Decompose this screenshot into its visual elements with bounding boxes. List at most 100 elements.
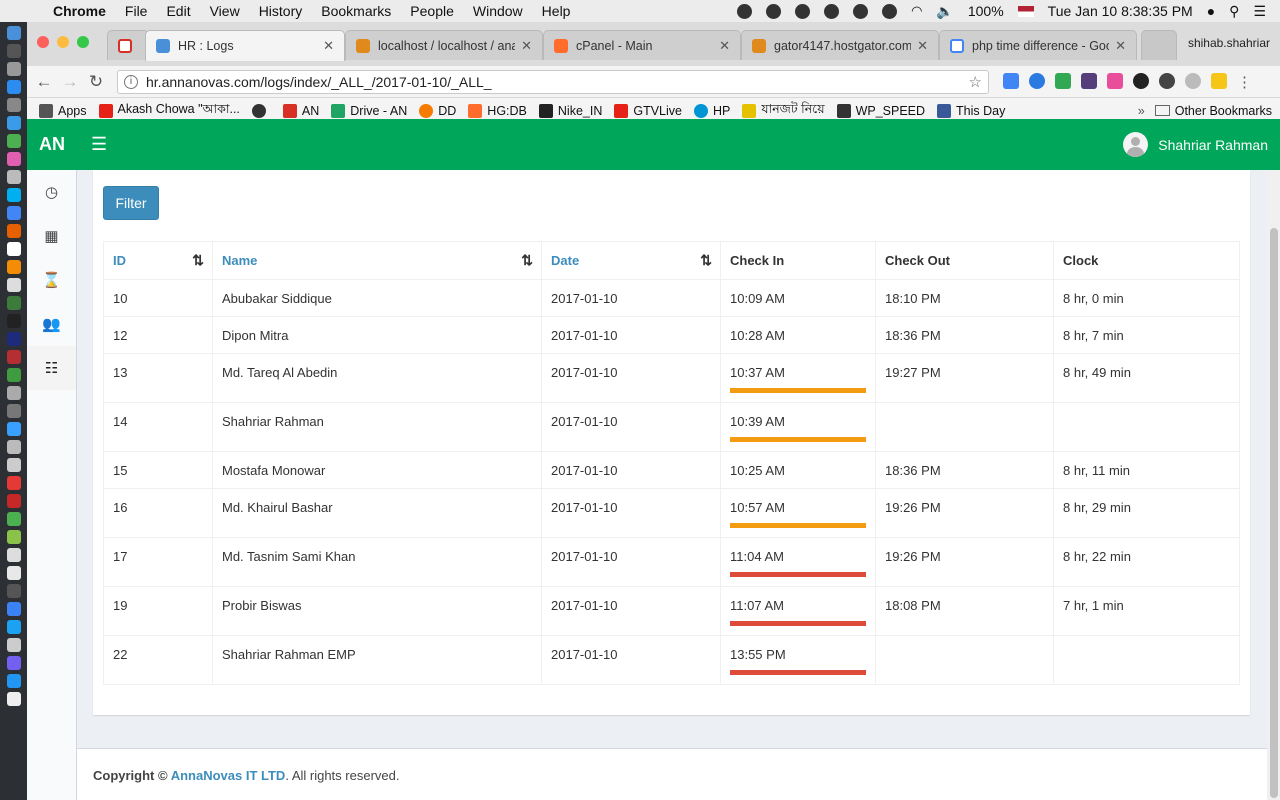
- dock-app-icon[interactable]: [7, 80, 21, 94]
- clock[interactable]: Tue Jan 10 8:38:35 PM: [1048, 3, 1193, 19]
- close-tab-icon[interactable]: ✕: [1115, 38, 1126, 54]
- app-logo[interactable]: AN: [27, 134, 77, 155]
- forward-icon[interactable]: →: [57, 72, 83, 92]
- other-bookmarks[interactable]: » Other Bookmarks: [1138, 104, 1272, 118]
- zoom-window-button[interactable]: [77, 36, 89, 48]
- bookmark-item[interactable]: DD: [419, 103, 456, 118]
- tab-cpanel[interactable]: cPanel - Main ✕: [543, 30, 741, 60]
- dock-app-icon[interactable]: [7, 224, 21, 238]
- menu-help[interactable]: Help: [542, 3, 571, 19]
- close-tab-icon[interactable]: ✕: [521, 38, 532, 54]
- bookmark-item[interactable]: This Day: [937, 103, 1005, 118]
- dock-app-icon[interactable]: [7, 602, 21, 616]
- close-window-button[interactable]: [37, 36, 49, 48]
- chevron-right-icon[interactable]: »: [1138, 104, 1145, 118]
- tab-hostgator[interactable]: gator4147.hostgator.com ✕: [741, 30, 939, 60]
- dock-app-icon[interactable]: [7, 548, 21, 562]
- bookmark-item[interactable]: GTVLive: [614, 103, 682, 118]
- address-bar[interactable]: i hr.annanovas.com/logs/index/_ALL_/2017…: [117, 69, 989, 94]
- sort-icon[interactable]: ⇅: [521, 242, 533, 279]
- extension-icon[interactable]: [1029, 72, 1045, 89]
- tab-gmail[interactable]: [107, 30, 149, 60]
- sort-icon[interactable]: ⇅: [192, 242, 204, 279]
- battery-label[interactable]: 100%: [968, 3, 1004, 19]
- trash-icon[interactable]: [7, 692, 21, 706]
- viber-icon[interactable]: [737, 3, 753, 19]
- translate-icon[interactable]: [1003, 72, 1019, 89]
- tab-hr-logs[interactable]: HR : Logs ✕: [145, 30, 345, 61]
- spotlight-icon[interactable]: ⚲: [1229, 3, 1239, 20]
- dock-app-icon[interactable]: [7, 296, 21, 310]
- sidebar-item-timer[interactable]: ⌛: [27, 258, 76, 302]
- tab-google[interactable]: php time difference - Goo ✕: [939, 30, 1137, 60]
- chat-icon[interactable]: [853, 3, 869, 19]
- dock-app-icon[interactable]: [7, 116, 21, 130]
- extension-icon[interactable]: [1133, 72, 1149, 89]
- column-header-date[interactable]: Date ⇅: [541, 241, 721, 280]
- menu-people[interactable]: People: [410, 3, 454, 19]
- menu-file[interactable]: File: [125, 3, 148, 19]
- hamburger-menu-icon[interactable]: ☰: [91, 134, 107, 155]
- back-icon[interactable]: ←: [31, 72, 57, 92]
- new-tab-button[interactable]: [1141, 30, 1177, 60]
- filter-button[interactable]: Filter: [103, 186, 159, 220]
- dock-app-icon[interactable]: [7, 458, 21, 472]
- minimize-window-button[interactable]: [57, 36, 69, 48]
- sidebar-item-table[interactable]: ▦: [27, 214, 76, 258]
- bookmark-item[interactable]: Nike_IN: [538, 103, 602, 118]
- volume-icon[interactable]: 🔈: [936, 3, 953, 20]
- bootstrap-icon[interactable]: [1081, 72, 1097, 89]
- sidebar-item-users[interactable]: 👥: [27, 302, 76, 346]
- close-tab-icon[interactable]: ✕: [917, 38, 928, 54]
- extension-icon[interactable]: [1055, 72, 1071, 89]
- dock-app-icon[interactable]: [7, 152, 21, 166]
- extension-icon[interactable]: [1185, 72, 1201, 89]
- extension-icon[interactable]: [1159, 72, 1175, 89]
- bookmark-item[interactable]: যানজট নিয়ে: [742, 101, 825, 121]
- menu-view[interactable]: View: [210, 3, 240, 19]
- close-tab-icon[interactable]: ✕: [323, 38, 334, 54]
- dock-app-icon[interactable]: [7, 656, 21, 670]
- column-header-id[interactable]: ID ⇅: [103, 241, 213, 280]
- wifi-icon[interactable]: ◠: [911, 3, 922, 19]
- reload-icon[interactable]: ↻: [83, 72, 109, 92]
- dock-app-icon[interactable]: [7, 476, 21, 490]
- dock-app-icon[interactable]: [7, 44, 21, 58]
- dock-app-icon[interactable]: [7, 566, 21, 580]
- menu-app-name[interactable]: Chrome: [53, 3, 106, 19]
- extension-icon[interactable]: [1211, 72, 1227, 89]
- menu-bookmarks[interactable]: Bookmarks: [321, 3, 391, 19]
- dock-app-icon[interactable]: [7, 350, 21, 364]
- drive-icon[interactable]: [795, 3, 811, 19]
- flag-icon[interactable]: [1017, 5, 1034, 17]
- dock-app-icon[interactable]: [7, 26, 21, 40]
- user-icon[interactable]: ●: [1207, 3, 1215, 19]
- sidebar-item-dashboard[interactable]: ◷: [27, 170, 76, 214]
- scrollbar-thumb[interactable]: [1270, 228, 1278, 798]
- info-icon[interactable]: i: [124, 74, 138, 89]
- dock-app-icon[interactable]: [7, 368, 21, 382]
- profile-name[interactable]: shihab.shahriar: [1188, 36, 1270, 50]
- dock-app-icon[interactable]: [7, 584, 21, 598]
- menu-history[interactable]: History: [259, 3, 303, 19]
- bookmark-apps[interactable]: Apps: [39, 103, 87, 118]
- dock-app-icon[interactable]: [7, 512, 21, 526]
- bookmark-item[interactable]: HP: [694, 103, 730, 118]
- dock-app-icon[interactable]: [7, 314, 21, 328]
- dock-app-icon[interactable]: [7, 134, 21, 148]
- menu-edit[interactable]: Edit: [166, 3, 190, 19]
- dock-app-icon[interactable]: [7, 188, 21, 202]
- menu-kebab-icon[interactable]: ⋮: [1237, 73, 1252, 91]
- bookmark-item[interactable]: Drive - AN: [331, 103, 407, 118]
- address-text[interactable]: hr.annanovas.com/logs/index/_ALL_/2017-0…: [146, 74, 492, 90]
- dock-app-icon[interactable]: [7, 170, 21, 184]
- dock-app-icon[interactable]: [7, 638, 21, 652]
- dock-app-icon[interactable]: [7, 242, 21, 256]
- bookmark-star-icon[interactable]: ☆: [969, 73, 982, 91]
- bookmark-item[interactable]: AN: [282, 103, 319, 118]
- dock-app-icon[interactable]: [7, 620, 21, 634]
- company-link[interactable]: AnnaNovas IT LTD: [171, 768, 286, 783]
- dock-app-icon[interactable]: [7, 62, 21, 76]
- dock-app-icon[interactable]: [7, 332, 21, 346]
- tab-localhost[interactable]: localhost / localhost / ana ✕: [345, 30, 543, 60]
